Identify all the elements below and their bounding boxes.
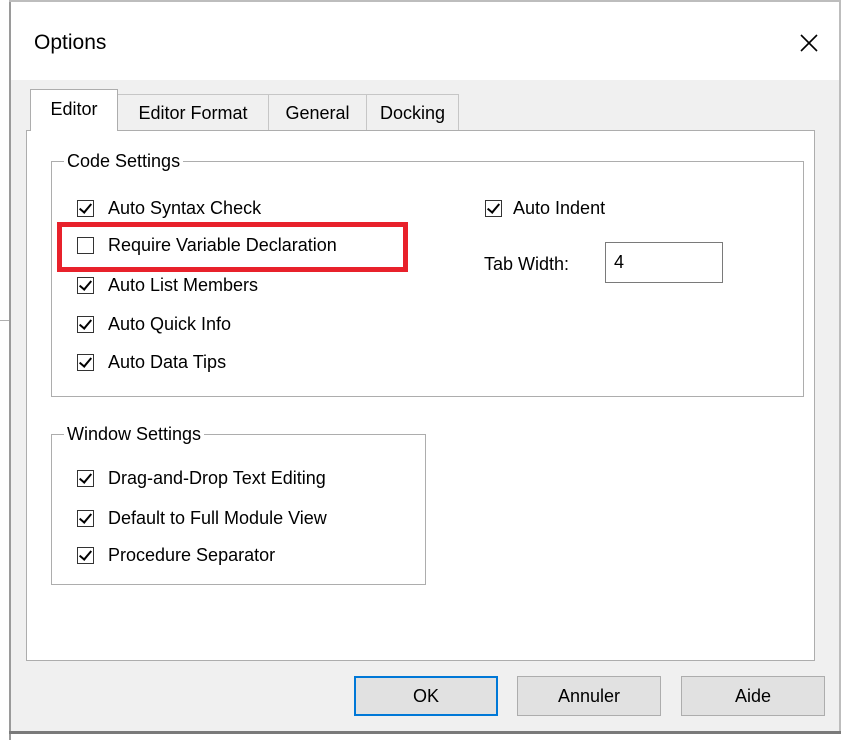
checkbox-label: Auto Syntax Check xyxy=(108,197,262,218)
checkbox-box xyxy=(77,276,94,294)
default-to-full-module-view-checkbox[interactable]: Default to Full Module View xyxy=(77,506,327,530)
window-title: Options xyxy=(34,31,107,54)
checkbox-label: Require Variable Declaration xyxy=(108,234,337,255)
checkbox-box xyxy=(77,546,94,564)
background-line xyxy=(0,320,9,321)
procedure-separator-checkbox[interactable]: Procedure Separator xyxy=(77,543,275,567)
checkbox-label: Drag-and-Drop Text Editing xyxy=(108,467,326,488)
cancel-button[interactable]: Annuler xyxy=(517,676,661,716)
tab-docking[interactable]: Docking xyxy=(366,94,459,130)
auto-quick-info-checkbox[interactable]: Auto Quick Info xyxy=(77,312,231,336)
window-frame-bottom xyxy=(9,731,841,734)
code-settings-title: Code Settings xyxy=(64,150,184,172)
title-bar: Options xyxy=(11,2,839,80)
checkbox-box xyxy=(77,353,94,371)
checkbox-label: Auto List Members xyxy=(108,274,259,295)
checkbox-label: Default to Full Module View xyxy=(108,507,327,528)
tab-editor-format[interactable]: Editor Format xyxy=(117,94,269,130)
tab-width-input[interactable] xyxy=(605,242,723,283)
auto-syntax-check-checkbox[interactable]: Auto Syntax Check xyxy=(77,196,261,220)
tab-editor[interactable]: Editor xyxy=(30,89,118,131)
auto-list-members-checkbox[interactable]: Auto List Members xyxy=(77,273,258,297)
tab-width-label: Tab Width: xyxy=(484,254,570,274)
checkbox-box xyxy=(77,236,94,254)
tab-general[interactable]: General xyxy=(268,94,367,130)
checkbox-box xyxy=(485,199,502,217)
close-icon[interactable] xyxy=(794,28,824,58)
checkbox-box xyxy=(77,199,94,217)
checkbox-label: Procedure Separator xyxy=(108,544,276,565)
checkbox-label: Auto Indent xyxy=(513,197,606,218)
auto-indent-checkbox[interactable]: Auto Indent xyxy=(485,196,605,220)
checkbox-box xyxy=(77,315,94,333)
checkbox-box xyxy=(77,469,94,487)
checkbox-label: Auto Quick Info xyxy=(108,313,232,334)
checkbox-box xyxy=(77,509,94,527)
window-settings-title: Window Settings xyxy=(64,423,205,445)
checkbox-label: Auto Data Tips xyxy=(108,351,227,372)
help-button[interactable]: Aide xyxy=(681,676,825,716)
require-variable-declaration-checkbox[interactable]: Require Variable Declaration xyxy=(77,233,337,257)
ok-button[interactable]: OK xyxy=(354,676,498,716)
drag-and-drop-text-editing-checkbox[interactable]: Drag-and-Drop Text Editing xyxy=(77,466,326,490)
auto-data-tips-checkbox[interactable]: Auto Data Tips xyxy=(77,350,226,374)
